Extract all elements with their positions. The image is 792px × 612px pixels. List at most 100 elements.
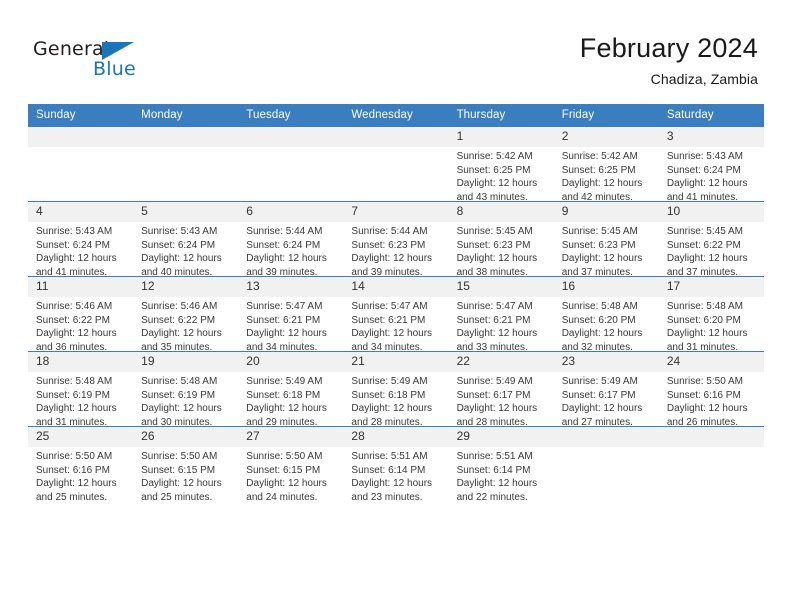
general-blue-logo[interactable]: General Blue <box>33 38 153 82</box>
sunrise-text: Sunrise: 5:49 AM <box>351 376 428 387</box>
calendar-day-cell[interactable]: 5 Sunrise: 5:43 AM Sunset: 6:24 PM Daylight… <box>133 201 239 279</box>
daylight-text: Daylight: 12 hours and 29 minutes. <box>246 403 327 428</box>
calendar-cell-inner: 25 Sunrise: 5:50 AM Sunset: 6:16 PM Dayligh… <box>28 427 134 504</box>
sunrise-text: Sunrise: 5:47 AM <box>351 301 428 312</box>
daylight-text: Daylight: 12 hours and 22 minutes. <box>456 478 538 503</box>
sunset-text: Sunset: 6:18 PM <box>351 389 426 401</box>
calendar-day-cell[interactable]: 9 Sunrise: 5:45 AM Sunset: 6:23 PM Daylight… <box>553 201 659 279</box>
calendar-cell-inner <box>133 127 239 201</box>
day-details: Sunrise: 5:44 AM Sunset: 6:23 PM Daylight:… <box>343 222 448 279</box>
sunset-text: Sunset: 6:22 PM <box>666 239 741 251</box>
calendar-day-cell[interactable]: 25 Sunrise: 5:50 AM Sunset: 6:16 PM Dayligh… <box>28 426 134 504</box>
sunrise-text: Sunrise: 5:49 AM <box>246 376 323 387</box>
sunrise-text: Sunrise: 5:42 AM <box>456 151 533 162</box>
sunrise-text: Sunrise: 5:48 AM <box>561 301 638 312</box>
calendar-cell-inner: 10 Sunrise: 5:45 AM Sunset: 6:22 PM Dayligh… <box>658 202 764 278</box>
weekday-header-wednesday: Wednesday <box>343 104 449 127</box>
calendar-day-cell[interactable]: 26 Sunrise: 5:50 AM Sunset: 6:15 PM Dayligh… <box>133 426 239 504</box>
calendar-cell-inner <box>553 427 659 501</box>
day-number <box>658 427 764 447</box>
day-number: 23 <box>553 352 659 372</box>
daylight-text: Daylight: 12 hours and 26 minutes. <box>666 403 748 428</box>
weekday-header-sunday: Sunday <box>28 104 134 127</box>
calendar-day-cell[interactable]: 27 Sunrise: 5:50 AM Sunset: 6:15 PM Dayligh… <box>238 426 344 503</box>
calendar-cell-inner <box>658 427 764 501</box>
day-number: 14 <box>343 277 449 297</box>
daylight-text: Daylight: 12 hours and 34 minutes. <box>246 328 327 353</box>
calendar-day-cell[interactable]: 19 Sunrise: 5:48 AM Sunset: 6:19 PM Dayligh… <box>133 351 239 428</box>
calendar-day-cell[interactable]: 21 Sunrise: 5:49 AM Sunset: 6:18 PM Dayligh… <box>343 351 449 429</box>
calendar-cell-inner: 14 Sunrise: 5:47 AM Sunset: 6:21 PM Dayligh… <box>343 277 449 353</box>
calendar-day-cell[interactable]: 22 Sunrise: 5:49 AM Sunset: 6:17 PM Dayligh… <box>448 351 554 429</box>
day-details: Sunrise: 5:43 AM Sunset: 6:24 PM Daylight:… <box>133 222 238 279</box>
day-details: Sunrise: 5:49 AM Sunset: 6:18 PM Daylight:… <box>343 372 448 429</box>
calendar-day-cell[interactable]: 2 Sunrise: 5:42 AM Sunset: 6:25 PM Daylight… <box>553 126 659 203</box>
day-details: Sunrise: 5:50 AM Sunset: 6:15 PM Daylight:… <box>133 447 238 504</box>
daylight-text: Daylight: 12 hours and 28 minutes. <box>351 403 433 428</box>
day-details: Sunrise: 5:42 AM Sunset: 6:25 PM Daylight:… <box>449 147 554 204</box>
day-number: 29 <box>448 427 554 447</box>
calendar-day-cell[interactable]: 15 Sunrise: 5:47 AM Sunset: 6:21 PM Dayligh… <box>448 276 554 353</box>
calendar-week-row: 11 Sunrise: 5:46 AM Sunset: 6:22 PM Dayligh… <box>28 276 764 354</box>
day-details: Sunrise: 5:51 AM Sunset: 6:14 PM Daylight:… <box>449 447 554 504</box>
calendar-day-cell[interactable]: 8 Sunrise: 5:45 AM Sunset: 6:23 PM Daylight… <box>448 201 554 279</box>
sunset-text: Sunset: 6:18 PM <box>246 389 321 401</box>
sunrise-text: Sunrise: 5:47 AM <box>246 301 323 312</box>
calendar-day-cell[interactable]: 24 Sunrise: 5:50 AM Sunset: 6:16 PM Dayligh… <box>658 351 764 428</box>
calendar-cell-inner: 5 Sunrise: 5:43 AM Sunset: 6:24 PM Daylight… <box>133 202 239 279</box>
sunrise-text: Sunrise: 5:50 AM <box>246 451 323 462</box>
title-block: February 2024 Chadiza, Zambia <box>580 32 758 89</box>
weekday-header-tuesday: Tuesday <box>238 104 344 127</box>
calendar-day-cell[interactable]: 7 Sunrise: 5:44 AM Sunset: 6:23 PM Daylight… <box>343 201 449 279</box>
daylight-text: Daylight: 12 hours and 28 minutes. <box>456 403 538 428</box>
location-subtitle: Chadiza, Zambia <box>650 71 758 87</box>
calendar-day-cell[interactable]: 11 Sunrise: 5:46 AM Sunset: 6:22 PM Dayligh… <box>28 276 134 353</box>
calendar-day-cell[interactable]: 17 Sunrise: 5:48 AM Sunset: 6:20 PM Dayligh… <box>658 276 764 353</box>
calendar-day-cell[interactable]: 18 Sunrise: 5:48 AM Sunset: 6:19 PM Dayligh… <box>28 351 134 429</box>
calendar-day-cell[interactable]: 10 Sunrise: 5:45 AM Sunset: 6:22 PM Dayligh… <box>658 201 764 278</box>
weekday-header-saturday: Saturday <box>658 104 764 127</box>
calendar-day-cell[interactable]: 23 Sunrise: 5:49 AM Sunset: 6:17 PM Dayligh… <box>553 351 659 428</box>
calendar-day-cell[interactable]: 12 Sunrise: 5:46 AM Sunset: 6:22 PM Dayligh… <box>133 276 239 354</box>
sunset-text: Sunset: 6:25 PM <box>561 164 636 176</box>
sunrise-text: Sunrise: 5:50 AM <box>666 376 743 387</box>
day-details: Sunrise: 5:48 AM Sunset: 6:19 PM Daylight:… <box>28 372 133 429</box>
day-number: 5 <box>133 202 239 222</box>
day-details: Sunrise: 5:45 AM Sunset: 6:23 PM Daylight:… <box>554 222 659 279</box>
sunset-text: Sunset: 6:21 PM <box>351 314 426 326</box>
day-details: Sunrise: 5:43 AM Sunset: 6:24 PM Daylight:… <box>28 222 133 279</box>
calendar-day-cell[interactable]: 28 Sunrise: 5:51 AM Sunset: 6:14 PM Dayligh… <box>343 426 449 503</box>
sunrise-text: Sunrise: 5:45 AM <box>561 226 638 237</box>
calendar-day-cell[interactable]: 4 Sunrise: 5:43 AM Sunset: 6:24 PM Daylight… <box>28 201 134 279</box>
daylight-text: Daylight: 12 hours and 35 minutes. <box>141 328 222 353</box>
sunrise-text: Sunrise: 5:48 AM <box>36 376 113 387</box>
day-details: Sunrise: 5:45 AM Sunset: 6:23 PM Daylight:… <box>449 222 554 279</box>
day-number: 21 <box>343 352 449 372</box>
sunset-text: Sunset: 6:25 PM <box>456 164 531 176</box>
calendar-day-cell[interactable]: 29 Sunrise: 5:51 AM Sunset: 6:14 PM Dayligh… <box>448 426 554 504</box>
calendar-day-cell[interactable]: 20 Sunrise: 5:49 AM Sunset: 6:18 PM Dayligh… <box>238 351 344 428</box>
calendar-day-cell[interactable]: 3 Sunrise: 5:43 AM Sunset: 6:24 PM Daylight… <box>658 126 764 203</box>
day-details: Sunrise: 5:46 AM Sunset: 6:22 PM Daylight:… <box>133 297 238 354</box>
daylight-text: Daylight: 12 hours and 36 minutes. <box>36 328 117 353</box>
sunset-text: Sunset: 6:15 PM <box>141 464 216 476</box>
sunset-text: Sunset: 6:23 PM <box>561 239 636 251</box>
sunset-text: Sunset: 6:20 PM <box>561 314 636 326</box>
calendar-day-cell[interactable]: 13 Sunrise: 5:47 AM Sunset: 6:21 PM Dayligh… <box>238 276 344 353</box>
daylight-text: Daylight: 12 hours and 27 minutes. <box>561 403 643 428</box>
sunset-text: Sunset: 6:24 PM <box>246 239 321 251</box>
calendar-day-cell[interactable]: 14 Sunrise: 5:47 AM Sunset: 6:21 PM Dayligh… <box>343 276 449 353</box>
day-details: Sunrise: 5:49 AM Sunset: 6:17 PM Daylight:… <box>449 372 554 429</box>
sunrise-text: Sunrise: 5:51 AM <box>456 451 533 462</box>
calendar-cell-inner <box>28 127 134 201</box>
calendar-cell-inner: 16 Sunrise: 5:48 AM Sunset: 6:20 PM Dayligh… <box>553 277 659 353</box>
page-title: February 2024 <box>579 33 758 63</box>
calendar-body: 1 Sunrise: 5:42 AM Sunset: 6:25 PM Daylight… <box>28 126 764 504</box>
sunset-text: Sunset: 6:17 PM <box>561 389 636 401</box>
sunset-text: Sunset: 6:14 PM <box>456 464 531 476</box>
calendar-day-cell[interactable]: 6 Sunrise: 5:44 AM Sunset: 6:24 PM Daylight… <box>238 201 344 278</box>
calendar-day-cell[interactable]: 16 Sunrise: 5:48 AM Sunset: 6:20 PM Dayligh… <box>553 276 659 353</box>
day-details: Sunrise: 5:50 AM Sunset: 6:16 PM Daylight:… <box>28 447 133 504</box>
calendar-day-cell[interactable]: 1 Sunrise: 5:42 AM Sunset: 6:25 PM Daylight… <box>448 126 554 204</box>
calendar-cell-inner: 11 Sunrise: 5:46 AM Sunset: 6:22 PM Dayligh… <box>28 277 134 353</box>
